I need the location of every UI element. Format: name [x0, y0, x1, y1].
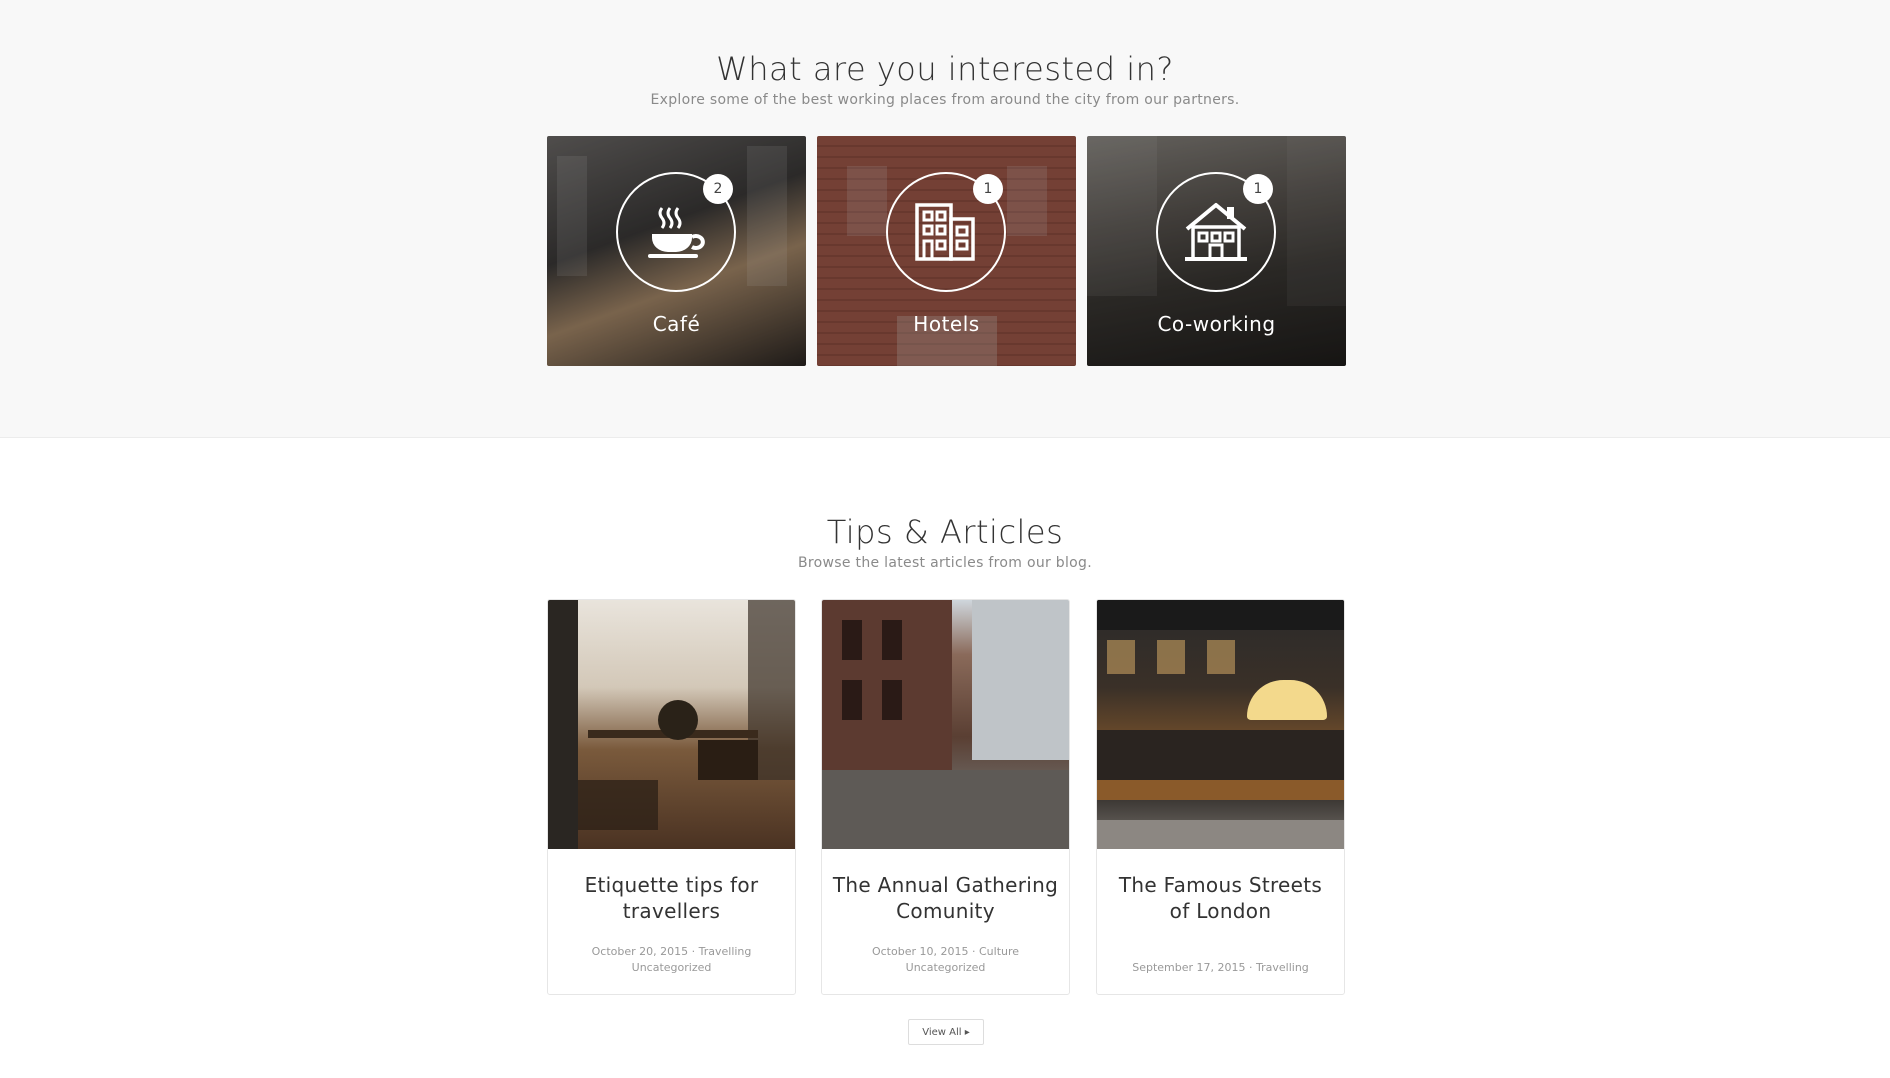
article-title[interactable]: Etiquette tips for travellers — [558, 872, 785, 924]
article-meta: September 17, 2015 · Travelling — [1107, 960, 1334, 976]
article-category[interactable]: Travelling — [699, 945, 752, 958]
category-grid: 2 Café 1 Hotels 1 Co-working — [547, 136, 1347, 366]
article-meta: October 10, 2015 · Culture Uncategorized — [832, 944, 1059, 976]
article-meta: October 20, 2015 · Travelling Uncategori… — [558, 944, 785, 976]
article-image-street[interactable] — [822, 600, 1069, 849]
article-date: October 20, 2015 — [591, 945, 689, 958]
interests-subtitle: Explore some of the best working places … — [650, 92, 1240, 108]
interests-section: What are you interested in? Explore some… — [0, 0, 1890, 438]
meta-separator: · — [971, 945, 979, 958]
article-image-cafe-interior[interactable] — [548, 600, 795, 849]
tips-subtitle: Browse the latest articles from our blog… — [798, 555, 1092, 571]
article-category[interactable]: Travelling — [1256, 961, 1309, 974]
article-date: October 10, 2015 — [871, 945, 969, 958]
category-label: Hotels — [913, 312, 980, 336]
article-category-extra[interactable]: Uncategorized — [906, 961, 986, 974]
category-label: Café — [652, 312, 701, 336]
article-card[interactable]: The Annual Gathering Comunity October 10… — [821, 599, 1070, 995]
tips-title: Tips & Articles — [826, 513, 1064, 551]
article-title[interactable]: The Famous Streets of London — [1107, 872, 1334, 924]
article-title[interactable]: The Annual Gathering Comunity — [832, 872, 1059, 924]
article-date: September 17, 2015 — [1132, 961, 1246, 974]
view-all-button[interactable]: View All ▸ — [908, 1019, 984, 1045]
article-category-extra[interactable]: Uncategorized — [632, 961, 712, 974]
category-count-badge: 2 — [703, 174, 733, 204]
category-tile-coworking[interactable]: 1 Co-working — [1087, 136, 1346, 366]
meta-separator: · — [691, 945, 699, 958]
interests-title: What are you interested in? — [716, 50, 1174, 88]
coffee-cup-icon — [648, 207, 705, 258]
category-count-badge: 1 — [1243, 174, 1273, 204]
article-card[interactable]: The Famous Streets of London September 1… — [1096, 599, 1345, 995]
category-tile-hotels[interactable]: 1 Hotels — [817, 136, 1076, 366]
article-category[interactable]: Culture — [979, 945, 1019, 958]
hotel-building-icon — [915, 203, 975, 261]
category-count-badge: 1 — [973, 174, 1003, 204]
article-image-restaurant[interactable] — [1097, 600, 1344, 849]
house-icon — [1185, 203, 1247, 261]
category-tile-cafe[interactable]: 2 Café — [547, 136, 806, 366]
meta-separator: · — [1249, 961, 1257, 974]
article-card[interactable]: Etiquette tips for travellers October 20… — [547, 599, 796, 995]
category-label: Co-working — [1157, 312, 1276, 336]
